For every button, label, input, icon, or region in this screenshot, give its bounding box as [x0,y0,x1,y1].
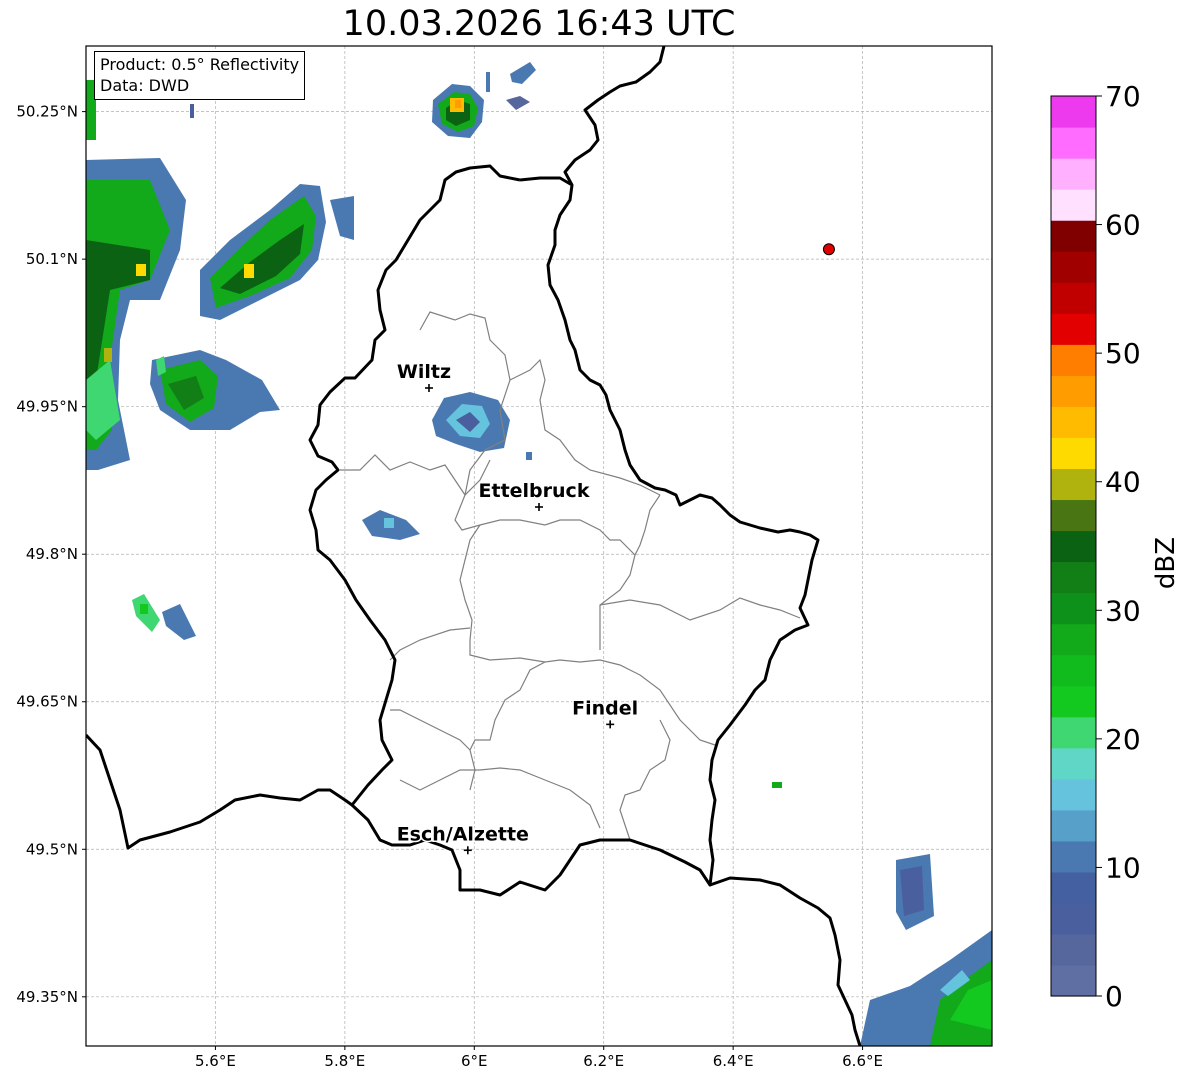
colorbar-tick-label: 70 [1105,80,1141,113]
y-tick-label: 49.95°N [16,398,78,416]
product-label: Product: 0.5° Reflectivity [100,55,300,74]
colorbar-tick-label: 50 [1105,337,1141,370]
colorbar-segment [1051,902,1096,935]
colorbar-segment [1051,561,1096,594]
colorbar-segment [1051,375,1096,407]
colorbar-tick-label: 60 [1105,209,1141,242]
x-tick-label: 5.6°E [195,1052,236,1070]
colorbar-segment [1051,871,1096,904]
colorbar-segment [1051,654,1096,687]
colorbar-segment [1051,964,1096,997]
colorbar-segment [1051,96,1096,128]
colorbar-segment [1051,282,1096,314]
y-tick-label: 49.5°N [26,840,78,858]
product-info-box: Product: 0.5° Reflectivity Data: DWD [94,51,306,100]
colorbar-label: dBZ [1151,536,1181,590]
data-source-label: Data: DWD [100,76,190,95]
echo-speck-east [772,782,782,788]
x-tick-label: 6.4°E [713,1052,754,1070]
colorbar-segment [1051,468,1096,501]
colorbar-tick-label: 40 [1105,466,1141,499]
colorbar-segment [1051,437,1096,470]
colorbar-segment [1051,499,1096,532]
colorbar-segment [1051,840,1096,873]
city-label: Ettelbruck [479,480,590,502]
colorbar-segment [1051,685,1096,718]
colorbar-segment [1051,220,1096,252]
colorbar-segment [1051,189,1096,221]
colorbar-segment [1051,344,1096,376]
colorbar-segment [1051,592,1096,625]
city-label: Esch/Alzette [397,823,529,845]
y-tick-label: 50.25°N [16,103,78,121]
x-tick-label: 5.8°E [324,1052,365,1070]
city-label: Findel [572,697,638,719]
colorbar-segment [1051,933,1096,966]
x-tick-label: 6°E [461,1052,488,1070]
x-tick-label: 6.6°E [842,1052,883,1070]
colorbar: 0 10 20 30 40 50 60 70 [1050,80,1141,1013]
colorbar-segment [1051,747,1096,780]
colorbar-segment [1051,623,1096,656]
y-tick-label: 50.1°N [26,250,78,268]
colorbar-segment [1051,809,1096,842]
colorbar-segment [1051,406,1096,438]
colorbar-segment [1051,158,1096,190]
y-tick-label: 49.65°N [16,693,78,711]
colorbar-tick-label: 30 [1105,594,1141,627]
colorbar-segment [1051,716,1096,749]
y-tick-label: 49.35°N [16,988,78,1006]
y-tick-label: 49.8°N [26,545,78,563]
map-axes-background [86,46,992,1046]
x-tick-label: 6.2°E [583,1052,624,1070]
colorbar-segment [1051,251,1096,283]
colorbar-segment [1051,313,1096,345]
colorbar-segment [1051,530,1096,563]
colorbar-tick-label: 10 [1105,851,1141,884]
colorbar-segment [1051,127,1096,159]
radar-map: Wiltz Ettelbruck Findel Esch/Alzette 5.6°E 5… [16,45,1141,1070]
radar-site-marker [822,243,835,256]
city-label: Wiltz [397,361,451,383]
colorbar-tick-label: 0 [1105,980,1123,1013]
colorbar-segment [1051,778,1096,811]
colorbar-tick-label: 20 [1105,723,1141,756]
